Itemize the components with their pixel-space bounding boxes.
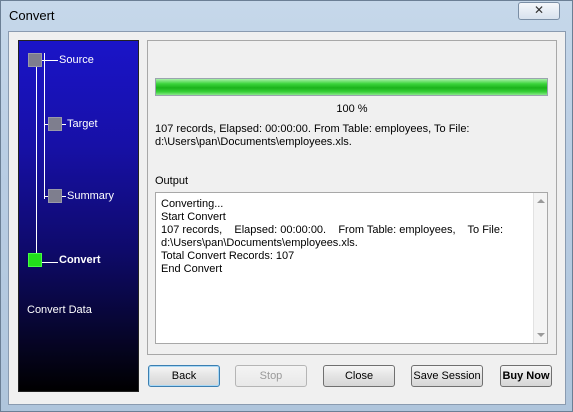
convert-window: Convert ✕ Source Target Summary Convert … <box>0 0 573 412</box>
output-label: Output <box>155 175 189 187</box>
step-indicator-convert <box>28 253 42 267</box>
progress-bar <box>155 78 548 96</box>
output-scrollbar[interactable] <box>533 193 547 343</box>
output-log-box[interactable]: Converting... Start Convert 107 records,… <box>155 192 548 344</box>
step-label-summary: Summary <box>67 190 115 202</box>
tree-connector-line-inner <box>44 53 45 199</box>
step-label-source: Source <box>59 54 94 66</box>
progress-bar-fill <box>156 79 547 95</box>
window-close-button[interactable]: ✕ <box>518 2 560 20</box>
scroll-down-icon[interactable] <box>537 333 545 337</box>
buy-now-button[interactable]: Buy Now <box>500 365 552 387</box>
conversion-status-text: 107 records, Elapsed: 00:00:00. From Tab… <box>155 123 470 148</box>
back-button[interactable]: Back <box>148 365 220 387</box>
output-log-text: Converting... Start Convert 107 records,… <box>161 198 503 275</box>
convert-panel: 100 % 107 records, Elapsed: 00:00:00. Fr… <box>147 40 557 355</box>
step-label-target: Target <box>67 118 98 130</box>
save-session-button[interactable]: Save Session <box>411 365 483 387</box>
step-indicator-summary <box>48 189 62 203</box>
step-label-convert: Convert <box>59 254 101 266</box>
progress-percent-label: 100 % <box>336 103 368 115</box>
stop-button[interactable]: Stop <box>235 365 307 387</box>
window-title: Convert <box>9 8 55 23</box>
tree-connector-line <box>36 53 37 263</box>
wizard-sidebar: Source Target Summary Convert Convert Da… <box>18 40 139 392</box>
sidebar-caption: Convert Data <box>27 304 92 316</box>
dialog-client-area: Source Target Summary Convert Convert Da… <box>8 31 566 405</box>
scroll-up-icon[interactable] <box>537 199 545 203</box>
title-bar: Convert ✕ <box>1 1 572 31</box>
close-icon: ✕ <box>533 3 545 17</box>
step-indicator-source <box>28 53 42 67</box>
close-button[interactable]: Close <box>323 365 395 387</box>
step-indicator-target <box>48 117 62 131</box>
